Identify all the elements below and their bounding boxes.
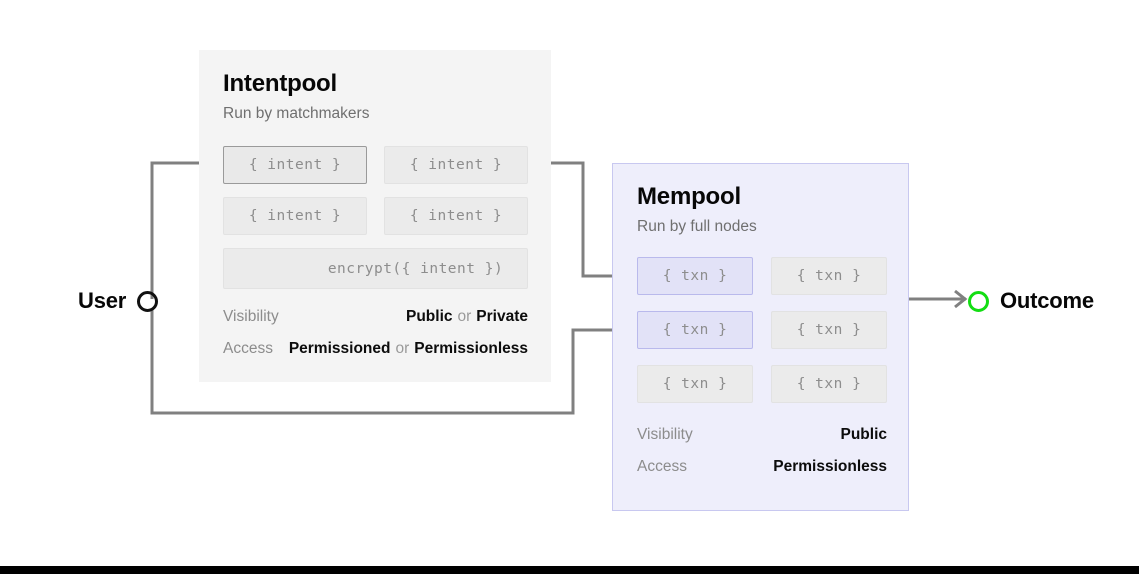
bottom-bar <box>0 566 1139 574</box>
intentpool-visibility-row: Visibility Public or Private <box>223 308 528 326</box>
connector-layer: .wire { fill:none; stroke:#808080; strok… <box>150 153 968 415</box>
user-circle-icon <box>137 290 159 312</box>
attr-value: Permissionless <box>773 458 887 475</box>
user-label: User <box>78 288 127 313</box>
mempool-subtitle: Run by full nodes <box>637 218 757 235</box>
intentpool-subtitle: Run by matchmakers <box>223 105 370 122</box>
intent-chip[interactable]: { intent } <box>223 146 367 184</box>
outcome-circle-icon <box>968 290 989 312</box>
intent-chip[interactable]: { intent } <box>384 197 528 235</box>
attr-label: Visibility <box>223 308 279 325</box>
txn-chip[interactable]: { txn } <box>637 257 753 295</box>
attr-value: Public <box>840 426 887 443</box>
outcome-endpoint: Outcome <box>968 288 1094 314</box>
attr-value: Permissioned <box>288 340 391 357</box>
attr-separator: or <box>457 308 472 325</box>
intentpool-access-row: Access Permissioned or Permissionless <box>223 340 528 358</box>
wire-mempool-to-outcome <box>909 289 968 309</box>
attr-values: Public <box>840 426 887 444</box>
intentpool-title: Intentpool <box>223 70 337 97</box>
encrypted-intent-chip[interactable]: encrypt({ intent }) <box>223 248 528 289</box>
attr-values: Permissioned or Permissionless <box>289 340 528 358</box>
txn-chip[interactable]: { txn } <box>637 311 753 349</box>
txn-chip[interactable]: { txn } <box>771 311 887 349</box>
txn-chip[interactable]: { txn } <box>771 257 887 295</box>
mempool-visibility-row: Visibility Public <box>637 426 887 444</box>
txn-chip[interactable]: { txn } <box>771 365 887 403</box>
attr-values: Permissionless <box>773 458 887 476</box>
mempool-access-row: Access Permissionless <box>637 458 887 476</box>
attr-label: Access <box>637 458 687 475</box>
attr-separator: or <box>395 340 410 357</box>
attr-value: Permissionless <box>414 340 528 357</box>
mempool-title: Mempool <box>637 183 741 210</box>
txn-chip[interactable]: { txn } <box>637 365 753 403</box>
outcome-label: Outcome <box>1000 288 1094 313</box>
attr-label: Access <box>223 340 273 357</box>
attr-value: Public <box>405 308 453 325</box>
diagram-canvas: .wire { fill:none; stroke:#808080; strok… <box>0 0 1139 574</box>
mempool-panel: Mempool Run by full nodes { txn } { txn … <box>612 163 909 511</box>
intentpool-panel: Intentpool Run by matchmakers { intent }… <box>199 50 551 382</box>
attr-values: Public or Private <box>406 308 528 326</box>
intent-chip[interactable]: { intent } <box>384 146 528 184</box>
intent-chip[interactable]: { intent } <box>223 197 367 235</box>
attr-label: Visibility <box>637 426 693 443</box>
user-endpoint: User <box>78 288 159 314</box>
attr-value: Private <box>476 308 528 325</box>
